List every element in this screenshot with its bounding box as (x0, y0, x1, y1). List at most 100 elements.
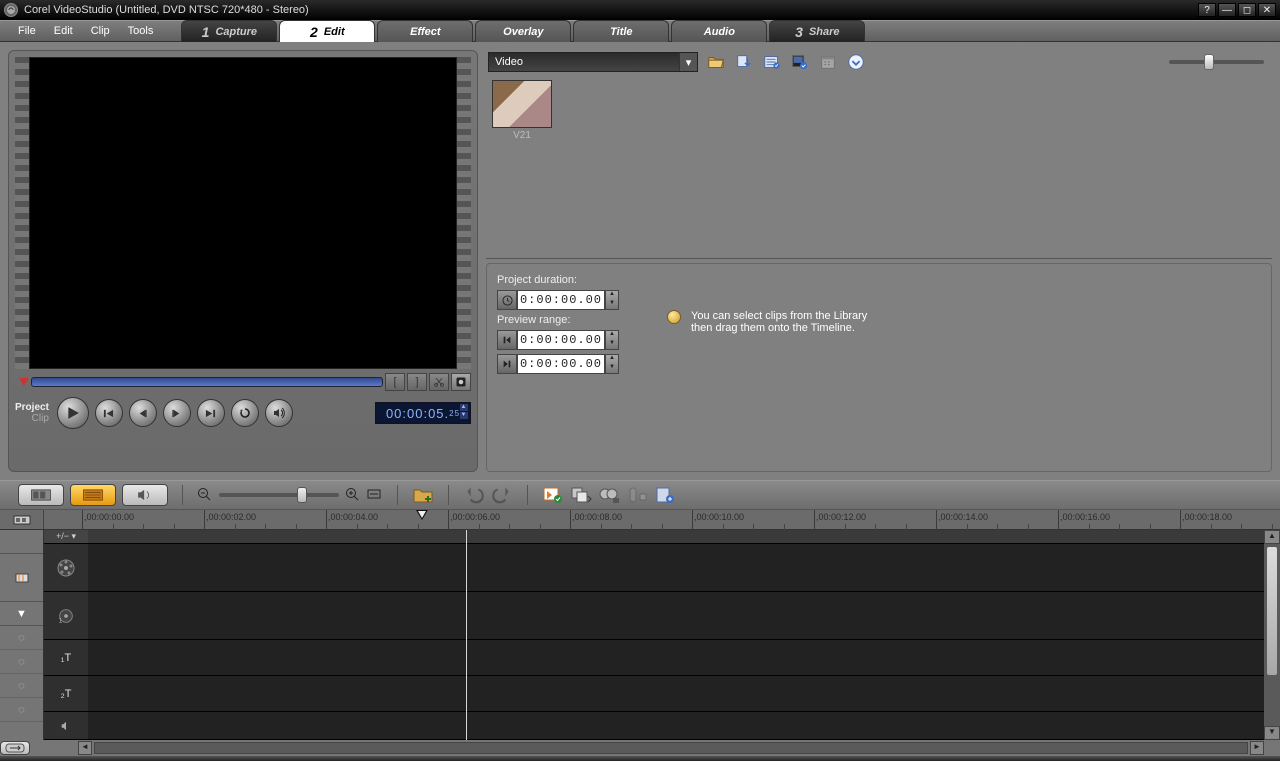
track-manager-icon[interactable] (654, 484, 676, 506)
ripple-edit-icon[interactable] (0, 554, 43, 602)
mark-in-indicator[interactable] (19, 378, 29, 386)
menu-tools[interactable]: Tools (120, 23, 162, 39)
tracks-area: ▼ ◌ ◌ ◌ ◌ +/− ▾ 1 ₁T ₂T ▲ ▼ (0, 530, 1280, 740)
repeat-button[interactable] (231, 399, 259, 427)
chevron-down-icon[interactable]: ▾ (679, 53, 697, 71)
overlay-track[interactable] (88, 592, 1264, 640)
preview-screen[interactable] (29, 57, 457, 369)
library-toolbar: Video ▾ (486, 50, 1272, 74)
end-button[interactable] (197, 399, 225, 427)
next-frame-button[interactable] (163, 399, 191, 427)
hint-tip: You can select clips from the Library th… (667, 310, 867, 334)
overlay-enable-icon[interactable]: ◌ (0, 626, 43, 650)
add-remove-tracks[interactable]: +/− ▾ (44, 530, 88, 544)
video-track-header[interactable] (44, 544, 88, 592)
filmstrip-left (15, 57, 29, 369)
ruler-toggle-icon[interactable] (0, 510, 44, 529)
step-title[interactable]: Title (573, 20, 669, 42)
library-body[interactable]: V21 (486, 74, 1272, 254)
timecode-up[interactable]: ▲ (460, 404, 468, 411)
timeline-ruler[interactable]: ,00:00:00.00,00:00:02.00,00:00:04.00,00:… (44, 510, 1280, 529)
overlay-track-header[interactable]: 1 (44, 592, 88, 640)
menu-file[interactable]: File (10, 23, 44, 39)
voice-track[interactable] (88, 712, 1264, 740)
options-panel: Project duration: ▲▼ Preview range: ▲▼ (486, 263, 1272, 472)
calendar-icon[interactable] (818, 52, 838, 72)
title-track-2[interactable] (88, 676, 1264, 712)
home-button[interactable] (95, 399, 123, 427)
step-audio[interactable]: Audio (671, 20, 767, 42)
minimize-button[interactable]: — (1218, 3, 1236, 17)
folder-open-icon[interactable] (706, 52, 726, 72)
mark-out-button[interactable]: ] (407, 373, 427, 391)
app-icon (4, 3, 18, 17)
menu-clip[interactable]: Clip (83, 23, 118, 39)
enlarge-preview-button[interactable] (451, 373, 471, 391)
library-clip-v21[interactable]: V21 (492, 80, 552, 248)
scrub-bar[interactable] (31, 377, 383, 387)
maximize-button[interactable]: ◻ (1238, 3, 1256, 17)
expand-icon[interactable] (846, 52, 866, 72)
voice-track-header[interactable] (44, 712, 88, 740)
volume-button[interactable] (265, 399, 293, 427)
step-overlay[interactable]: Overlay (475, 20, 571, 42)
title2-enable-icon[interactable]: ◌ (0, 674, 43, 698)
zoom-out-icon[interactable] (197, 487, 213, 503)
thumbnail-size-slider[interactable] (1169, 60, 1264, 64)
storyboard-view-button[interactable] (18, 484, 64, 506)
audio-view-button[interactable] (122, 484, 168, 506)
title-track-2-header[interactable]: ₂T (44, 676, 88, 712)
track-headers: +/− ▾ 1 ₁T ₂T (44, 530, 88, 740)
fit-project-icon[interactable] (367, 487, 383, 503)
insert-media-icon[interactable] (412, 484, 434, 506)
zoom-slider[interactable] (219, 493, 339, 497)
tracks-body[interactable] (88, 530, 1264, 740)
timeline-ruler-row: ,00:00:00.00,00:00:02.00,00:00:04.00,00:… (0, 510, 1280, 530)
close-button[interactable]: ✕ (1258, 3, 1276, 17)
panel-divider[interactable] (486, 258, 1272, 259)
project-duration-label: Project duration: (497, 274, 1261, 286)
title-track-1[interactable] (88, 640, 1264, 676)
help-button[interactable]: ? (1198, 3, 1216, 17)
step-effect[interactable]: Effect (377, 20, 473, 42)
playhead[interactable] (422, 510, 428, 520)
lightbulb-icon (667, 310, 681, 324)
horizontal-scrollbar[interactable]: ◄ ► (0, 740, 1280, 756)
step-edit[interactable]: 2Edit (279, 20, 375, 42)
timecode-display[interactable]: 00:00:05.25 ▲▼ (375, 402, 471, 424)
preview-mode-labels[interactable]: Project Clip (15, 402, 51, 424)
undo-icon[interactable] (463, 484, 485, 506)
sort-icon[interactable] (734, 52, 754, 72)
voice-enable-icon[interactable]: ◌ (0, 698, 43, 722)
timeline-view-button[interactable] (70, 484, 116, 506)
cut-button[interactable] (429, 373, 449, 391)
redo-icon[interactable] (491, 484, 513, 506)
project-duration-field[interactable]: ▲▼ (497, 290, 619, 310)
prev-frame-button[interactable] (129, 399, 157, 427)
title-enable-icon[interactable]: ◌ (0, 650, 43, 674)
title-track-1-header[interactable]: ₁T (44, 640, 88, 676)
smart-proxy-icon[interactable] (542, 484, 564, 506)
menu-edit[interactable]: Edit (46, 23, 81, 39)
step-share[interactable]: 3Share (769, 20, 865, 42)
auto-scroll-toggle[interactable] (0, 741, 30, 755)
step-capture[interactable]: 1Capture (181, 20, 277, 42)
sound-mixer-icon[interactable] (626, 484, 648, 506)
video-track[interactable] (88, 544, 1264, 592)
play-button[interactable] (57, 397, 89, 429)
vertical-scrollbar[interactable]: ▲ ▼ (1264, 530, 1280, 740)
preview-to-field[interactable]: ▲▼ (497, 354, 619, 374)
menu-strip: File Edit Clip Tools 1Capture 2Edit Effe… (0, 20, 1280, 42)
preview-from-field[interactable]: ▲▼ (497, 330, 619, 350)
library-category-dropdown[interactable]: Video ▾ (488, 52, 698, 72)
clock-icon (497, 290, 517, 310)
side-chevron-down-icon[interactable]: ▼ (0, 602, 43, 626)
playhead-line (466, 530, 467, 740)
painting-creator-icon[interactable] (598, 484, 620, 506)
library-manager-icon[interactable] (762, 52, 782, 72)
batch-convert-icon[interactable] (570, 484, 592, 506)
mark-in-button[interactable]: [ (385, 373, 405, 391)
import-icon[interactable] (790, 52, 810, 72)
timecode-down[interactable]: ▼ (460, 412, 468, 419)
zoom-in-icon[interactable] (345, 487, 361, 503)
